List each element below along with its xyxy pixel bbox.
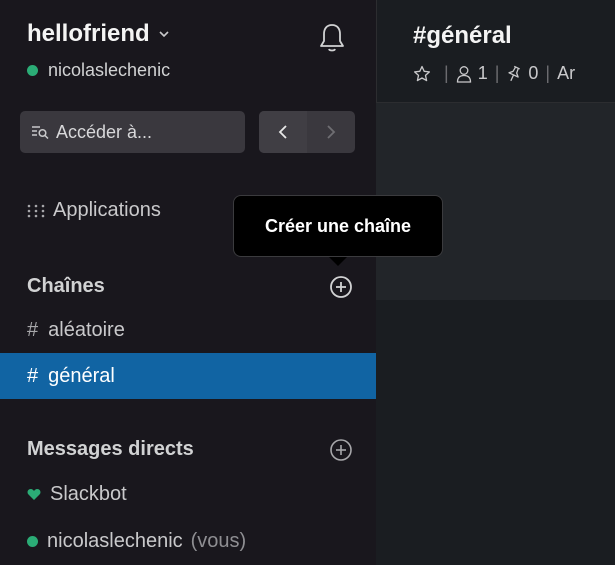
dm-label: nicolaslechenic — [47, 530, 183, 552]
add-channel-icon[interactable] — [329, 275, 353, 299]
star-icon[interactable] — [413, 65, 431, 83]
online-status-icon — [27, 65, 38, 76]
separator: | — [494, 63, 500, 83]
channel-meta: | 1 | 0 | Ar — [413, 63, 575, 84]
channel-title[interactable]: #général — [413, 22, 512, 50]
bell-icon[interactable] — [318, 22, 346, 54]
sidebar-item-channel-aleatoire[interactable]: # aléatoire — [0, 307, 376, 353]
online-status-icon — [27, 536, 38, 547]
search-input[interactable]: Accéder à... — [20, 111, 245, 153]
search-filter-icon — [32, 126, 49, 139]
channel-label: aléatoire — [48, 318, 125, 341]
back-button[interactable] — [259, 111, 307, 153]
channels-section-title[interactable]: Chaînes — [27, 275, 105, 298]
tooltip-arrow — [329, 257, 347, 266]
separator: | — [545, 63, 551, 83]
direct-messages-section-title[interactable]: Messages directs — [27, 438, 194, 461]
search-placeholder: Accéder à... — [56, 121, 153, 142]
sidebar-item-dm-slackbot[interactable]: Slackbot — [27, 483, 127, 506]
current-user-name: nicolaslechenic — [48, 60, 171, 80]
member-icon[interactable] — [456, 65, 472, 83]
sidebar-item-applications[interactable]: Applications — [27, 199, 161, 222]
apps-grid-icon — [27, 204, 45, 217]
applications-label: Applications — [53, 199, 161, 221]
channel-topic[interactable]: Ar — [557, 63, 575, 84]
heart-icon — [27, 489, 41, 500]
slack-app: hellofriend nicolaslechenic Accéder à... — [0, 0, 615, 565]
hash-icon: # — [27, 364, 39, 387]
sidebar: hellofriend nicolaslechenic Accéder à... — [0, 0, 376, 565]
chevron-down-icon — [159, 31, 169, 38]
chevron-left-icon — [278, 125, 287, 139]
hash-icon: # — [27, 318, 39, 341]
add-direct-message-icon[interactable] — [329, 438, 353, 462]
history-navigation — [259, 111, 355, 153]
separator: | — [444, 63, 449, 83]
main-panel: #général | 1 | 0 | Ar — [376, 0, 615, 565]
current-user: nicolaslechenic — [27, 60, 170, 81]
workspace-menu[interactable]: hellofriend — [27, 20, 170, 48]
channel-label: général — [48, 364, 115, 387]
pin-count[interactable]: 0 — [528, 63, 538, 84]
member-count[interactable]: 1 — [478, 63, 488, 84]
create-channel-tooltip: Créer une chaîne — [233, 195, 443, 257]
dm-label: Slackbot — [50, 483, 127, 505]
channel-header: #général | 1 | 0 | Ar — [376, 0, 615, 103]
sidebar-item-dm-self[interactable]: nicolaslechenic (vous) — [27, 530, 246, 553]
workspace-name: hellofriend — [27, 20, 150, 47]
chevron-right-icon — [327, 125, 336, 139]
sidebar-item-channel-general[interactable]: # général — [0, 353, 376, 399]
dm-self-suffix: (vous) — [190, 530, 247, 552]
forward-button[interactable] — [307, 111, 355, 153]
pin-icon[interactable] — [506, 65, 522, 83]
